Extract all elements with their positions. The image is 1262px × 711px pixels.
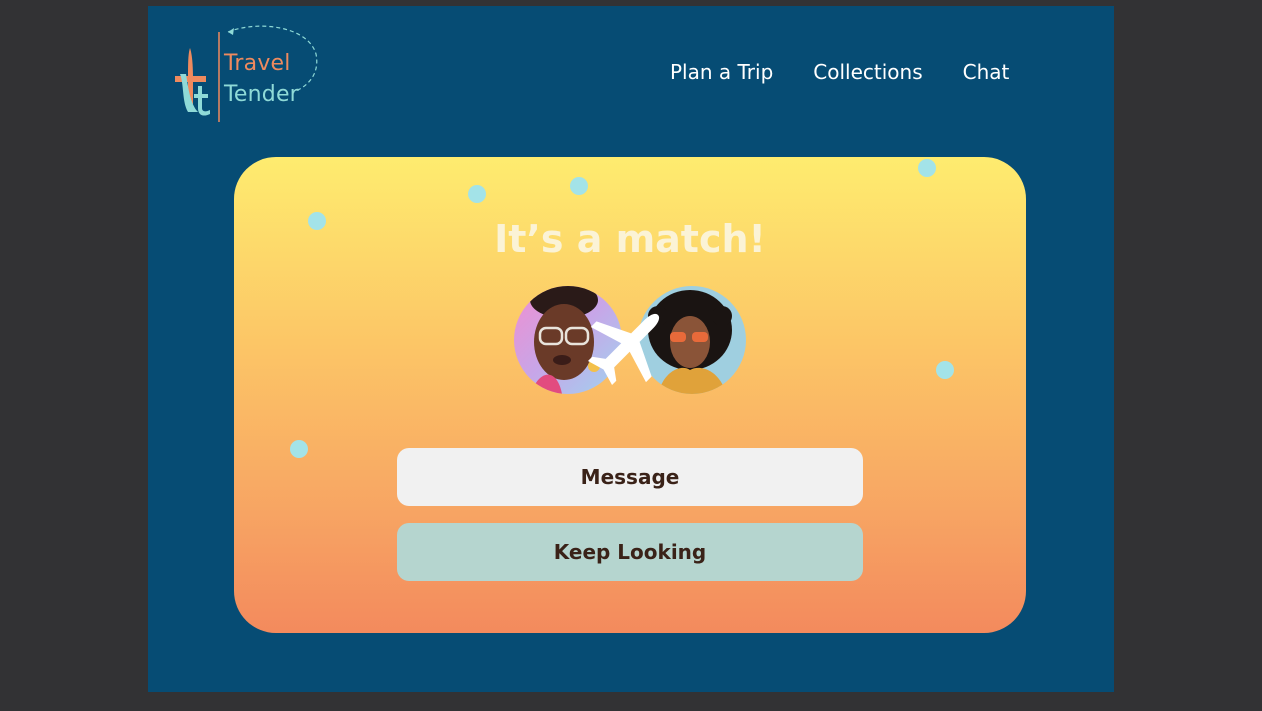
logo-word-travel: Travel [224, 51, 291, 76]
decor-dot [290, 440, 308, 458]
top-nav: Plan a Trip Collections Chat [670, 60, 1009, 84]
decor-dot [936, 361, 954, 379]
travel-tender-logo[interactable]: Travel Tender [168, 20, 328, 130]
decor-dot [570, 177, 588, 195]
match-title: It’s a match! [494, 217, 766, 261]
nav-plan-a-trip[interactable]: Plan a Trip [670, 60, 773, 84]
nav-chat[interactable]: Chat [963, 60, 1010, 84]
message-button[interactable]: Message [397, 448, 863, 506]
keep-looking-button[interactable]: Keep Looking [397, 523, 863, 581]
decor-dot [468, 185, 486, 203]
logo-word-tender: Tender [224, 82, 299, 107]
match-card: It’s a match! Message Keep Looking [234, 157, 1026, 633]
decor-dot [918, 159, 936, 177]
airplane-icon [587, 313, 660, 386]
nav-collections[interactable]: Collections [813, 60, 922, 84]
app-frame: Travel Tender Plan a Trip Collections Ch… [148, 6, 1114, 692]
